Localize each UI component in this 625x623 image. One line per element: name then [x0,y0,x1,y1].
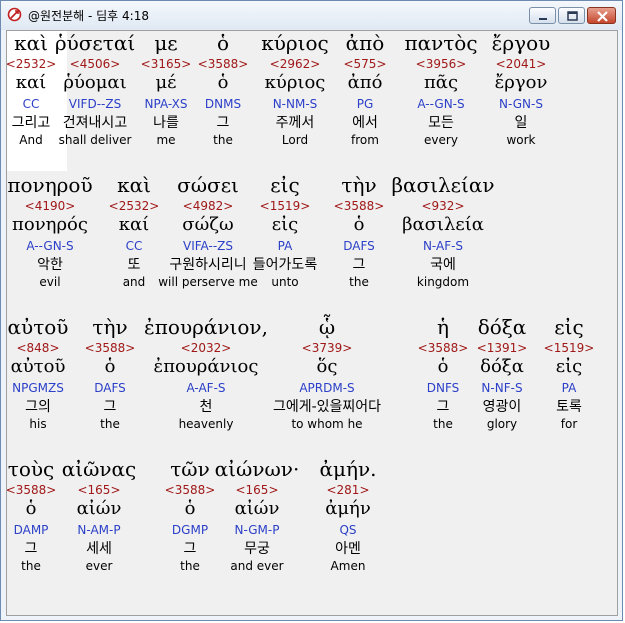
word-english: work [506,133,536,147]
word-lemma: βασιλεία [402,214,484,235]
word-lemma: ἔργον [494,72,548,93]
app-window: @원전분해 - 딤후 4:18 καὶ <2532> καί CC 그리고 And ῥύσε… [0,0,623,621]
word-entry[interactable]: ἐπουράνιον, <2032> ἐπουράνιος A-AF-S 천 heaven… [136,315,276,433]
word-parse: QS [339,523,357,537]
word-strong[interactable]: <2041> [451,56,591,73]
word-entry[interactable]: εἰς <1519> εἰς PA 토록 for [499,315,617,433]
word-greek: ἀμήν. [319,457,377,481]
word-greek: βασιλείαν [391,173,495,197]
verse-line: πονηροῦ <4190> πονηρός A--GN-S 악한 evil καὶ <253… [7,173,617,313]
word-parse: N-GN-S [499,97,543,111]
word-korean: 국에 [430,257,456,273]
word-entry[interactable]: ἔργου <2041> ἔργον N-GN-S 일 work [451,31,591,149]
close-button[interactable] [587,7,616,24]
app-icon [7,7,22,22]
word-parse: N-AF-S [422,239,464,253]
word-korean: 일 [514,115,528,131]
interlinear-panel[interactable]: καὶ <2532> καί CC 그리고 And ῥύσεταί <4506> ῥύομαι V… [6,30,618,616]
word-strong[interactable]: <281> [278,482,418,499]
word-greek: ἐπουράνιον, [144,315,268,339]
word-strong[interactable]: <1519> [499,340,617,357]
word-korean: 아멘 [335,541,361,557]
word-korean: 천 [199,399,213,415]
word-lemma: εἰς [555,356,583,377]
word-english: heavenly [178,417,234,431]
word-entry[interactable]: ἀμήν. <281> ἀμήν QS 아멘 Amen [278,457,418,575]
word-strong[interactable]: <2032> [136,340,276,357]
word-english: kingdom [416,275,470,289]
verse-line: καὶ <2532> καί CC 그리고 And ῥύσεταί <4506> ῥύομαι V… [7,31,617,171]
verse-line: τοὺς <3588> ὁ DAMP 그 the αἰῶνας <165> αἰών N-AM-P… [7,457,617,597]
word-lemma: ἀμήν [325,498,371,519]
word-lemma: ἐπουράνιος [153,356,259,377]
word-english: Amen [330,559,366,573]
word-english: for [560,417,578,431]
word-greek: εἰς [554,315,584,339]
verse-line: αὐτοῦ <848> αὐτοῦ NPGMZS 그의 his τὴν <3588> ὁ DAFS… [7,315,617,455]
title-bar[interactable]: @원전분해 - 딤후 4:18 [1,1,622,30]
word-strong[interactable]: <932> [373,198,513,215]
word-entry[interactable]: βασιλείαν <932> βασιλεία N-AF-S 국에 kingdom [373,173,513,291]
word-korean: 토록 [556,399,582,415]
word-greek: ἔργου [491,31,551,55]
window-title: @원전분해 - 딤후 4:18 [28,9,149,23]
maximize-button[interactable] [558,7,585,24]
close-icon [597,11,608,22]
minimize-button[interactable] [529,7,556,24]
word-parse: A-AF-S [186,381,226,395]
minimize-icon [539,18,547,20]
word-parse: PA [561,381,577,395]
maximize-icon [567,11,578,21]
